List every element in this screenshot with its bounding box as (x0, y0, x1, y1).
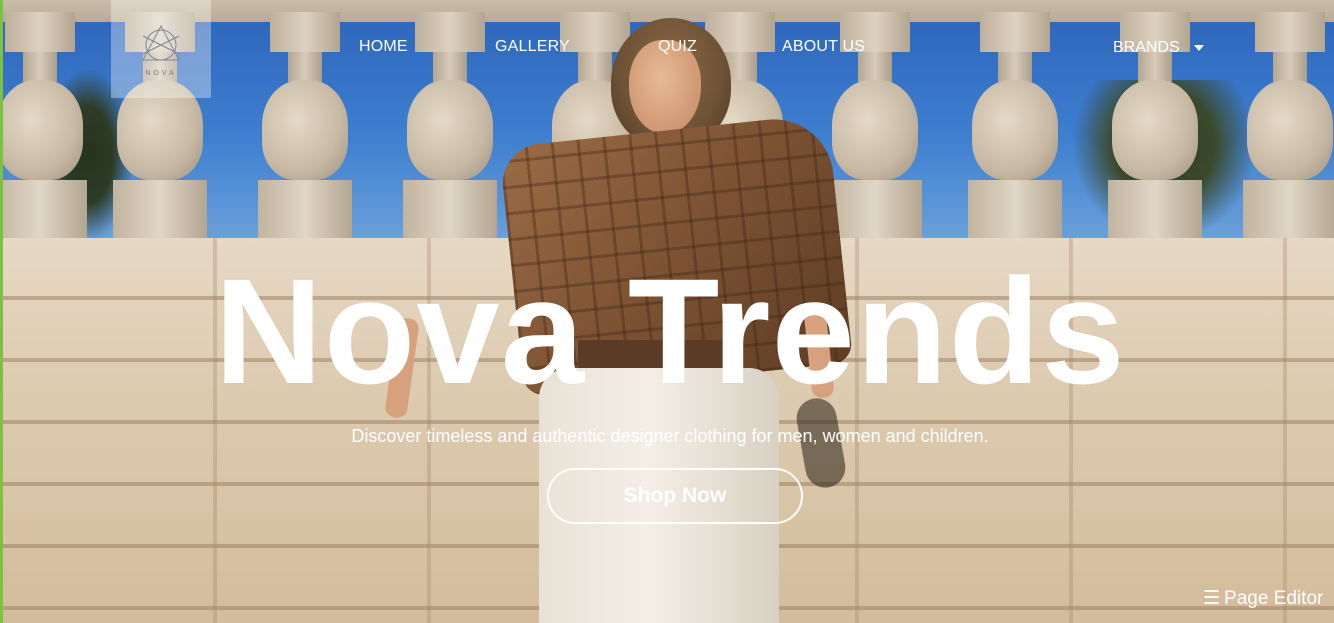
nav-brands-dropdown[interactable]: BRANDS (1113, 39, 1204, 57)
nav-quiz[interactable]: QUIZ (658, 38, 697, 56)
logo-text: NOVA (145, 69, 177, 77)
baluster (968, 12, 1062, 244)
hero-subtitle: Discover timeless and authentic designer… (351, 426, 989, 446)
nav-home[interactable]: HOME (359, 38, 408, 56)
menu-icon: ☰ (1203, 588, 1221, 609)
nav-brands-label: BRANDS (1113, 39, 1180, 56)
shop-now-button[interactable]: Shop Now (547, 468, 803, 524)
baluster (1243, 12, 1334, 244)
hero-title: Nova Trends (214, 247, 1126, 415)
nav-gallery[interactable]: GALLERY (495, 38, 570, 56)
hero-section: NOVA HOME GALLERY QUIZ ABOUT US BRANDS N… (0, 0, 1334, 623)
page-editor-label: Page Editor (1224, 587, 1324, 609)
site-logo[interactable]: NOVA (111, 0, 211, 98)
baluster (258, 12, 352, 244)
baluster (3, 12, 87, 244)
nova-logo-icon (142, 24, 180, 60)
page-editor-button[interactable]: ☰ Page Editor (1203, 587, 1323, 610)
nav-about-us[interactable]: ABOUT US (782, 38, 865, 56)
caret-down-icon (1193, 45, 1204, 51)
